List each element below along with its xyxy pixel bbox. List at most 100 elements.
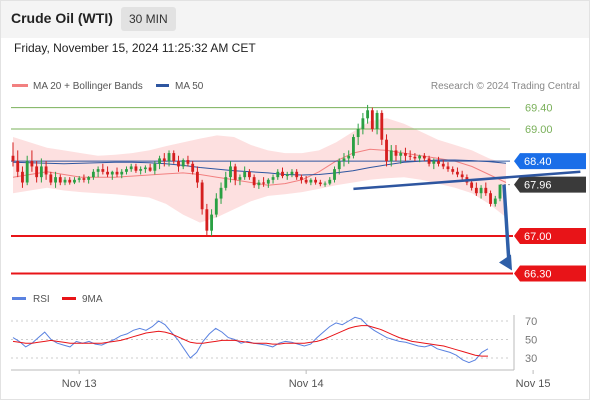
candle-body [162, 158, 166, 162]
candle-body [73, 179, 76, 183]
forecast-arrow-shaft [502, 184, 511, 264]
candle-body [295, 171, 299, 178]
level-label: 68.40 [524, 156, 552, 168]
x-tick-label: Nov 13 [62, 378, 97, 390]
legend-swatch-ma20 [12, 84, 28, 87]
level-label: 66.30 [524, 268, 552, 280]
candle-body [399, 153, 403, 156]
candle-body [361, 118, 365, 129]
candle-body [247, 171, 251, 178]
candle-body [21, 171, 24, 183]
candle-body [129, 166, 133, 170]
legend-label-rsi: RSI [33, 294, 50, 305]
candle-body [441, 163, 445, 167]
level-label: 69.00 [525, 124, 553, 136]
candle-body [456, 171, 459, 175]
candle-body [418, 155, 422, 159]
candle-body [58, 177, 62, 183]
candle-body [25, 161, 29, 183]
candle-body [243, 171, 247, 178]
candle-body [148, 167, 152, 171]
candle-body [337, 161, 341, 170]
candle-body [276, 171, 280, 178]
candle-body [214, 198, 218, 215]
candle-body [91, 171, 95, 178]
candle-body [68, 179, 72, 183]
candle-body [115, 171, 119, 175]
rsi-tick-label: 30 [525, 353, 537, 365]
candle-body [347, 155, 351, 159]
candle-body [233, 166, 237, 180]
x-tick-label: Nov 14 [289, 378, 324, 390]
candle-body [299, 177, 303, 180]
candle-body [134, 166, 138, 171]
candle-body [385, 139, 388, 162]
x-tick-label: Nov 15 [516, 378, 551, 390]
candle-body [143, 167, 147, 170]
candle-body [370, 110, 374, 129]
legend-swatch-rsi [12, 297, 26, 300]
candle-body [82, 178, 86, 180]
candle-body [205, 209, 209, 231]
candle-body [285, 174, 289, 177]
candle-body [314, 179, 318, 183]
candle-body [195, 171, 199, 183]
candle-body [489, 193, 492, 204]
candle-body [200, 182, 204, 210]
candle-body [177, 161, 180, 167]
candle-body [323, 183, 327, 185]
bollinger-band [13, 118, 506, 223]
candle-body [427, 158, 431, 164]
candle-body [54, 177, 57, 183]
rsi-tick-label: 50 [525, 335, 537, 347]
candle-body [172, 153, 176, 162]
candle-body [87, 177, 91, 180]
candle-body [460, 174, 464, 178]
legend-label-9ma: 9MA [82, 294, 103, 305]
candle-body [210, 214, 214, 231]
candle-body [380, 112, 384, 140]
candle-body [484, 187, 488, 194]
candle-body [49, 174, 53, 183]
candle-body [493, 198, 497, 204]
candle-body [219, 187, 223, 199]
rsi-9ma-line [12, 325, 488, 357]
candle-body [309, 179, 313, 183]
forecast-arrowhead-icon [499, 254, 512, 271]
candle-body [352, 137, 355, 156]
candle-body [120, 171, 124, 175]
candle-body [101, 169, 105, 172]
candle-body [158, 158, 161, 164]
candle-body [262, 182, 266, 184]
candle-body [375, 112, 379, 129]
candle-body [389, 150, 393, 162]
candle-body [266, 179, 270, 184]
candle-body [446, 166, 450, 170]
candle-body [318, 182, 322, 185]
candle-body [290, 171, 294, 175]
candle-body [106, 171, 109, 175]
candle-body [96, 169, 100, 172]
candle-body [413, 156, 417, 159]
rsi-tick-label: 70 [525, 316, 537, 328]
candle-body [167, 153, 171, 162]
candle-body [30, 161, 34, 167]
candle-body [186, 160, 190, 164]
candle-body [432, 161, 436, 164]
candle-body [366, 110, 370, 119]
legend-label-ma20: MA 20 + Bollinger Bands [33, 81, 143, 92]
candle-body [404, 153, 407, 156]
level-label: 67.00 [524, 231, 552, 243]
candle-body [422, 155, 426, 159]
candle-body [281, 171, 284, 177]
candle-body [139, 169, 143, 171]
candle-body [44, 166, 48, 175]
candle-body [408, 155, 412, 157]
candle-body [77, 178, 81, 180]
candle-body [110, 171, 114, 175]
candle-body [229, 166, 232, 178]
candle-body [479, 187, 483, 194]
candle-body [437, 161, 440, 164]
candle-body [191, 163, 195, 172]
price-chart: MA 20 + Bollinger Bands MA 50 Research © 2… [11, 81, 586, 390]
